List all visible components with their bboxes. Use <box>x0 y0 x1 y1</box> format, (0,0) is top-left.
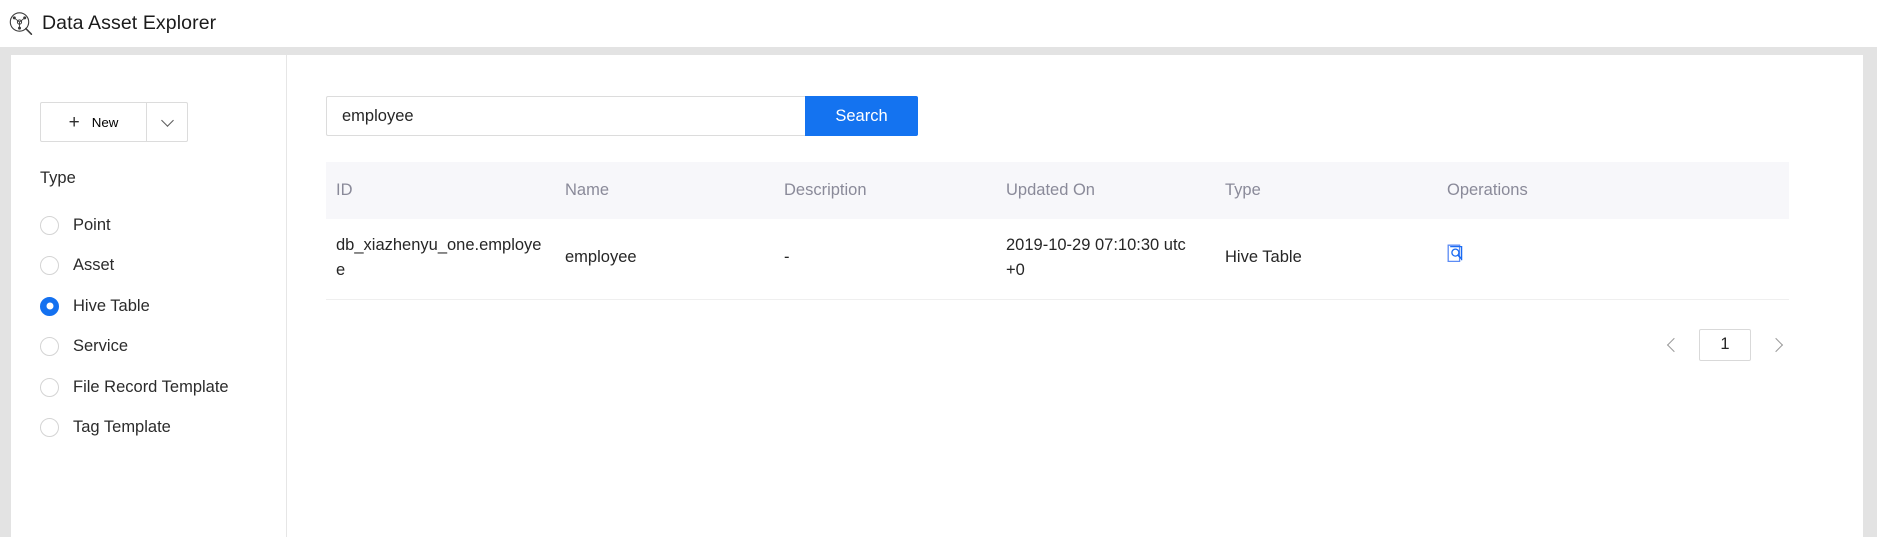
radio-mark-icon <box>40 377 59 397</box>
page-background: + New Type Point Asset Hive Table Servic… <box>0 47 1877 537</box>
search-button[interactable]: Search <box>805 96 918 136</box>
results-table: ID Name Description Updated On Type Oper… <box>326 162 1789 300</box>
app-title: Data Asset Explorer <box>42 11 217 34</box>
table-row[interactable]: db_xiazhenyu_one.employee employee - 201… <box>326 219 1789 300</box>
graph-search-icon <box>9 11 33 35</box>
chevron-down-icon <box>160 113 174 127</box>
content-panel: + New Type Point Asset Hive Table Servic… <box>11 55 1863 537</box>
type-radio-group: Point Asset Hive Table Service File Reco… <box>40 205 286 448</box>
column-header-id[interactable]: ID <box>326 162 555 219</box>
column-header-type[interactable]: Type <box>1215 162 1437 219</box>
radio-label: Point <box>73 215 111 234</box>
chevron-left-icon <box>1666 337 1682 352</box>
radio-mark-icon <box>40 337 59 357</box>
new-button-label: New <box>91 114 119 130</box>
file-search-icon[interactable] <box>1447 244 1464 263</box>
new-dropdown-toggle[interactable] <box>146 103 187 141</box>
plus-icon: + <box>68 111 80 133</box>
column-header-operations: Operations <box>1437 162 1789 219</box>
cell-updated-on: 2019-10-29 07:10:30 utc +0 <box>996 219 1215 300</box>
cell-id: db_xiazhenyu_one.employee <box>326 219 555 300</box>
radio-option-service[interactable]: Service <box>40 327 286 368</box>
column-header-description[interactable]: Description <box>774 162 996 219</box>
search-bar: Search <box>326 96 1833 136</box>
app-header: Data Asset Explorer <box>0 0 1877 47</box>
cell-name: employee <box>555 219 774 300</box>
new-button-group: + New <box>40 102 188 142</box>
search-input[interactable] <box>326 96 805 136</box>
radio-label: Asset <box>73 256 115 275</box>
type-filter-title: Type <box>40 169 76 187</box>
radio-option-hive-table[interactable]: Hive Table <box>40 286 286 327</box>
main-content: Search ID Name Description Updated On Ty… <box>287 55 1863 537</box>
table-header: ID Name Description Updated On Type Oper… <box>326 162 1789 219</box>
radio-option-file-record-template[interactable]: File Record Template <box>40 367 286 408</box>
new-button[interactable]: + New <box>41 103 146 141</box>
cell-description: - <box>774 219 996 300</box>
radio-label: Service <box>73 337 129 356</box>
chevron-right-icon <box>1768 337 1784 352</box>
radio-option-asset[interactable]: Asset <box>40 246 286 287</box>
pagination-page-input[interactable] <box>1699 328 1751 361</box>
table-header-row: ID Name Description Updated On Type Oper… <box>326 162 1789 219</box>
pagination <box>326 328 1789 361</box>
radio-label: Tag Template <box>73 418 171 437</box>
table-body: db_xiazhenyu_one.employee employee - 201… <box>326 219 1789 300</box>
pagination-next-button[interactable] <box>1767 334 1789 356</box>
radio-mark-icon <box>40 418 59 438</box>
radio-option-point[interactable]: Point <box>40 205 286 246</box>
pagination-prev-button[interactable] <box>1661 334 1683 356</box>
radio-mark-selected-icon <box>40 296 59 316</box>
radio-label: File Record Template <box>73 377 229 396</box>
radio-label: Hive Table <box>73 296 150 315</box>
cell-operations <box>1437 219 1789 300</box>
radio-mark-icon <box>40 256 59 276</box>
sidebar: + New Type Point Asset Hive Table Servic… <box>11 55 287 537</box>
column-header-updated-on[interactable]: Updated On <box>996 162 1215 219</box>
column-header-name[interactable]: Name <box>555 162 774 219</box>
radio-option-tag-template[interactable]: Tag Template <box>40 408 286 449</box>
cell-type: Hive Table <box>1215 219 1437 300</box>
radio-mark-icon <box>40 215 59 235</box>
